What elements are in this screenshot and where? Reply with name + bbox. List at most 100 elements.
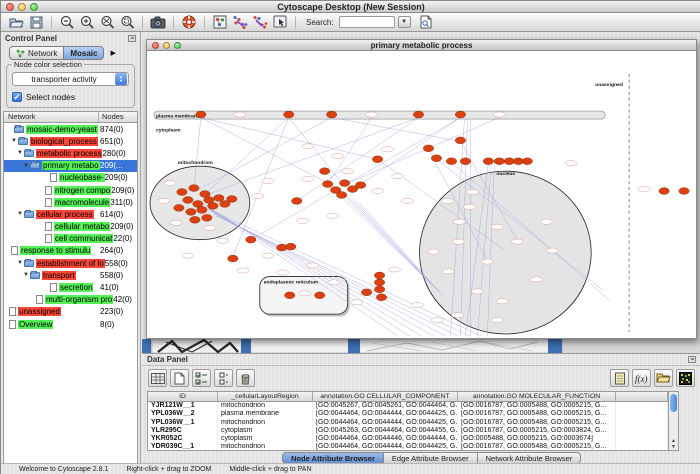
tree-row[interactable]: ▼transport558(0) [4,269,137,281]
tree-expand-icon[interactable]: ▼ [17,150,24,156]
zoom-in-button[interactable] [78,14,96,30]
network-node-unhighlighted[interactable] [299,291,311,296]
network-edge[interactable] [346,118,500,185]
network-node-transporter[interactable] [197,207,207,214]
network-node-unhighlighted[interactable] [262,253,274,258]
network-node-unhighlighted[interactable] [392,174,404,179]
tree-item-label[interactable]: multi-organism pro [45,295,113,304]
tree-row[interactable]: ▼cellular process614(0) [4,208,137,220]
network-node-transporter[interactable] [423,145,433,152]
network-node-unhighlighted[interactable] [297,218,309,223]
tree-item-label[interactable]: Overview [18,320,53,329]
network-node-unhighlighted[interactable] [463,204,475,209]
network-node-transporter[interactable] [374,279,384,286]
network-node-transporter[interactable] [659,188,669,195]
tree-row[interactable]: macromolecule311(0) [4,196,137,208]
tab-scroll-right-icon[interactable]: ▶ [110,49,115,57]
network-node-unhighlighted[interactable] [332,154,344,159]
network-node-transporter[interactable] [455,111,465,118]
network-node-transporter[interactable] [494,158,504,165]
network-node-unhighlighted[interactable] [496,299,508,304]
network-node-unhighlighted[interactable] [466,189,478,194]
network-node-unhighlighted[interactable] [170,220,182,225]
tree-item-label[interactable]: cell communicat [54,234,113,243]
new-attribute-button[interactable] [170,369,189,387]
table-row[interactable]: YLR295Ccytoplasm[GO:0045263, GO:0044464,… [148,427,668,435]
network-node-unhighlighted[interactable] [262,179,274,184]
network-node-transporter[interactable] [186,209,196,216]
search-dropdown-button[interactable]: ▼ [398,16,411,28]
network-node-unhighlighted[interactable] [327,213,339,218]
network-node-transporter[interactable] [355,182,365,189]
layout-network-alt-button[interactable] [251,14,269,30]
network-node-transporter[interactable] [460,158,470,165]
function-builder-button[interactable]: f(x) [632,369,651,387]
tab-network[interactable]: Network [9,46,63,60]
tree-item-label[interactable]: cellular process [36,210,94,219]
network-node-transporter[interactable] [374,286,384,293]
tree-item-label[interactable]: unassigned [18,307,61,316]
snapshot-camera-button[interactable] [149,14,167,30]
vizmapper-button[interactable] [211,14,229,30]
network-node-transporter[interactable] [227,196,237,203]
network-node-unhighlighted[interactable] [164,180,176,185]
layout-network-button[interactable] [231,14,249,30]
network-node-unhighlighted[interactable] [491,224,503,229]
tree-row[interactable]: response to stimulu264(0) [4,245,137,257]
tree-item-label[interactable]: nucleobase- [59,173,105,182]
network-node-unhighlighted[interactable] [491,318,503,323]
network-edge[interactable] [344,195,428,280]
notepad-button[interactable] [610,369,629,387]
network-node-transporter[interactable] [292,198,302,205]
network-node-unhighlighted[interactable] [217,238,229,243]
network-edge[interactable] [206,118,419,195]
table-scrollbar[interactable]: ▲▼ [668,391,679,451]
tree-expand-icon[interactable]: ▼ [23,163,30,169]
network-node-unhighlighted[interactable] [471,289,483,294]
network-edge[interactable] [328,118,372,185]
network-node-unhighlighted[interactable] [441,198,453,203]
network-node-transporter[interactable] [339,180,349,187]
network-node-unhighlighted[interactable] [342,169,354,174]
network-node-transporter[interactable] [285,292,295,299]
network-node-transporter[interactable] [376,294,386,301]
tree-item-label[interactable]: cellular metabo [54,222,110,231]
network-node-unhighlighted[interactable] [389,267,401,272]
tree-row[interactable]: unassigned223(0) [4,306,137,318]
network-node-unhighlighted[interactable] [453,219,465,224]
network-node-unhighlighted[interactable] [252,193,264,198]
network-node-transporter[interactable] [277,244,287,251]
tree-item-label[interactable]: mosaic-demo-yeast [26,125,98,134]
tab-mosaic[interactable]: Mosaic [63,46,104,60]
tree-item-label[interactable]: transport [42,271,76,280]
network-node-unhighlighted[interactable] [431,318,443,323]
table-column-header[interactable]: _cellularLayoutRegion [218,392,313,402]
save-session-button[interactable] [27,14,45,30]
attribute-matrix-button[interactable] [676,369,695,387]
tree-item-label[interactable]: secretion [59,283,93,292]
network-node-unhighlighted[interactable] [302,177,314,182]
zoom-selected-button[interactable] [118,14,136,30]
network-node-unhighlighted[interactable] [638,186,650,191]
table-column-header[interactable]: annotation.GO CELLULAR_COMPONENT [313,392,458,402]
tree-row[interactable]: nitrogen compo209(0) [4,184,137,196]
table-row[interactable]: YJR121W__1mitochondrion[GO:0045267, GO:0… [148,402,668,410]
network-edge[interactable] [338,193,424,276]
tree-item-label[interactable]: nitrogen compo [54,186,111,195]
network-node-transporter[interactable] [372,156,382,163]
network-node-unhighlighted[interactable] [493,112,505,117]
tree-item-label[interactable]: establishment of lo [36,259,105,268]
network-node-unhighlighted[interactable] [402,198,414,203]
tree-row[interactable]: secretion41(0) [4,281,137,293]
network-node-transporter[interactable] [679,188,689,195]
network-node-transporter[interactable] [183,197,193,204]
tree-col-network[interactable]: Network [4,112,99,122]
network-node-transporter[interactable] [326,111,336,118]
network-canvas[interactable]: plasma membranecytoplasmmitochondrionnuc… [148,52,695,337]
network-node-transporter[interactable] [336,192,346,199]
table-column-header[interactable]: ID [148,392,218,402]
node-color-dropdown[interactable]: transporter activity ▲▼ [12,72,129,86]
tree-item-label[interactable]: macromolecule [54,198,110,207]
network-node-unhighlighted[interactable] [442,269,454,274]
tree-row[interactable]: nucleobase-209(0) [4,172,137,184]
